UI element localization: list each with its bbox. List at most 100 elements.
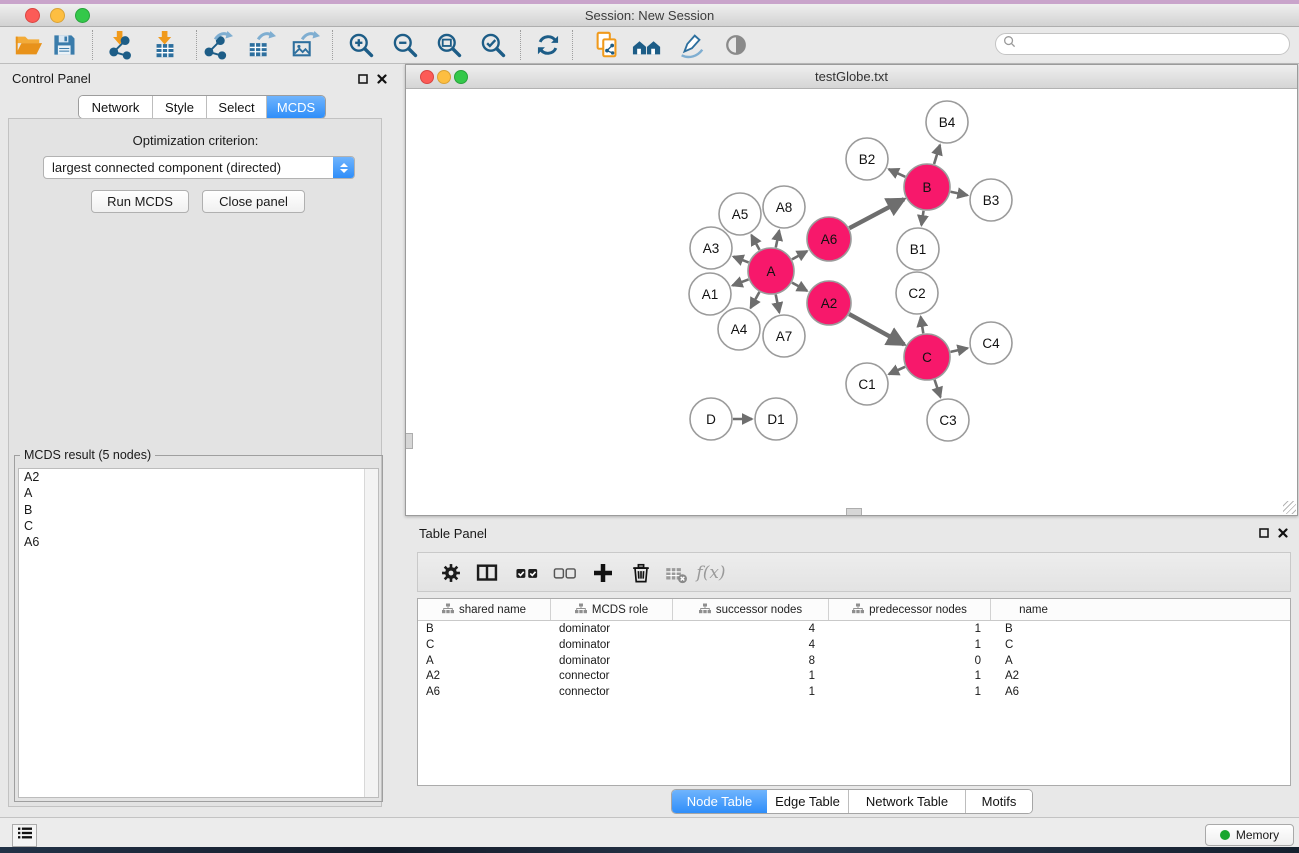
cell-name[interactable]: A2 [991,670,1076,686]
cell-MCDS-role[interactable]: dominator [551,639,673,655]
search-input[interactable] [1020,36,1289,52]
save-icon[interactable] [47,29,81,61]
result-item[interactable]: B [19,502,378,518]
tab-select[interactable]: Select [207,96,267,118]
import-table-icon[interactable] [148,29,182,61]
export-network-icon[interactable] [201,29,235,61]
export-image-icon[interactable] [288,29,322,61]
zoom-selected-icon[interactable] [476,29,510,61]
edge-B-B1[interactable] [921,211,923,225]
result-item[interactable]: A2 [19,469,378,485]
table-row-B[interactable]: Bdominator41B [418,623,1290,639]
edge-C-C4[interactable] [950,348,967,352]
tab-motifs[interactable]: Motifs [966,790,1032,813]
edge-A-A2[interactable] [792,283,807,291]
column-header-name[interactable]: name [991,599,1076,620]
gear-icon[interactable] [436,559,466,587]
edge-A-A6[interactable] [792,251,807,259]
cell-shared-name[interactable]: B [418,623,551,639]
criterion-dropdown[interactable]: largest connected component (directed) [43,156,355,179]
table-delete-icon[interactable] [661,559,691,587]
cell-successor-nodes[interactable]: 1 [673,670,829,686]
cell-name[interactable]: B [991,623,1076,639]
zoom-out-icon[interactable] [388,29,422,61]
table-float-icon[interactable] [1257,526,1271,540]
close-panel-icon[interactable] [375,72,389,86]
result-item[interactable]: A [19,485,378,501]
edge-B-B2[interactable] [889,169,906,177]
edge-A-A3[interactable] [733,257,748,263]
tab-network-table[interactable]: Network Table [849,790,966,813]
tab-mcds[interactable]: MCDS [267,96,325,118]
edge-A-A1[interactable] [732,279,748,285]
column-header-successor-nodes[interactable]: successor nodes [673,599,829,620]
result-item[interactable]: A6 [19,534,378,550]
canvas-vscroll-thumb[interactable] [406,433,413,449]
table-row-A2[interactable]: A2connector11A2 [418,670,1290,686]
homes-icon[interactable] [630,29,664,61]
clone-network-icon[interactable] [590,29,624,61]
canvas-hscroll-thumb[interactable] [846,508,862,515]
run-mcds-button[interactable]: Run MCDS [91,190,189,213]
table-close-icon[interactable] [1276,526,1290,540]
zoom-in-icon[interactable] [344,29,378,61]
column-header-predecessor-nodes[interactable]: predecessor nodes [829,599,991,620]
memory-button[interactable]: Memory [1205,824,1294,846]
cell-MCDS-role[interactable]: dominator [551,623,673,639]
result-item[interactable]: C [19,518,378,534]
cell-shared-name[interactable]: C [418,639,551,655]
close-panel-button[interactable]: Close panel [202,190,305,213]
cell-successor-nodes[interactable]: 1 [673,686,829,702]
tab-edge-table[interactable]: Edge Table [767,790,849,813]
unchecked-pair-icon[interactable] [550,559,580,587]
edge-A-A7[interactable] [776,295,780,313]
cell-shared-name[interactable]: A [418,655,551,671]
cell-MCDS-role[interactable]: connector [551,670,673,686]
refresh-icon[interactable] [531,29,565,61]
result-scrollbar[interactable] [364,469,378,797]
cell-name[interactable]: A6 [991,686,1076,702]
network-window-titlebar[interactable]: testGlobe.txt [406,65,1297,89]
edge-C-C1[interactable] [889,367,905,374]
zoom-fit-icon[interactable] [432,29,466,61]
edge-A-A4[interactable] [751,292,760,308]
cell-predecessor-nodes[interactable]: 1 [829,639,991,655]
export-table-icon[interactable] [244,29,278,61]
trash-icon[interactable] [626,559,656,587]
cell-MCDS-role[interactable]: connector [551,686,673,702]
plus-icon[interactable] [588,559,618,587]
edge-B-B4[interactable] [934,145,940,164]
edge-A6-B[interactable] [849,199,904,228]
mcds-result-list[interactable]: A2ABCA6 [18,468,379,798]
function-builder-icon[interactable]: f(x) [696,559,726,587]
edge-B-B3[interactable] [951,192,968,195]
edge-A2-C[interactable] [849,314,904,344]
cell-MCDS-role[interactable]: dominator [551,655,673,671]
cell-predecessor-nodes[interactable]: 1 [829,623,991,639]
cell-successor-nodes[interactable]: 4 [673,639,829,655]
task-history-button[interactable] [12,824,37,847]
cell-predecessor-nodes[interactable]: 0 [829,655,991,671]
edge-C-C3[interactable] [935,380,941,397]
window-resize-grip[interactable] [1283,501,1296,514]
annotation-icon[interactable] [674,29,708,61]
edge-A-A5[interactable] [751,235,759,250]
search-field[interactable] [995,33,1290,55]
table-row-C[interactable]: Cdominator41C [418,639,1290,655]
cell-predecessor-nodes[interactable]: 1 [829,670,991,686]
cell-shared-name[interactable]: A2 [418,670,551,686]
tab-style[interactable]: Style [153,96,207,118]
float-panel-icon[interactable] [356,72,370,86]
table-row-A6[interactable]: A6connector11A6 [418,686,1290,702]
cell-name[interactable]: C [991,639,1076,655]
cell-successor-nodes[interactable]: 8 [673,655,829,671]
edge-A-A8[interactable] [776,231,779,248]
edge-C-C2[interactable] [921,317,924,334]
column-header-MCDS-role[interactable]: MCDS role [551,599,673,620]
cell-predecessor-nodes[interactable]: 1 [829,686,991,702]
cell-shared-name[interactable]: A6 [418,686,551,702]
folder-open-icon[interactable] [11,29,45,61]
cell-successor-nodes[interactable]: 4 [673,623,829,639]
table-row-A[interactable]: Adominator80A [418,655,1290,671]
tab-network[interactable]: Network [79,96,153,118]
